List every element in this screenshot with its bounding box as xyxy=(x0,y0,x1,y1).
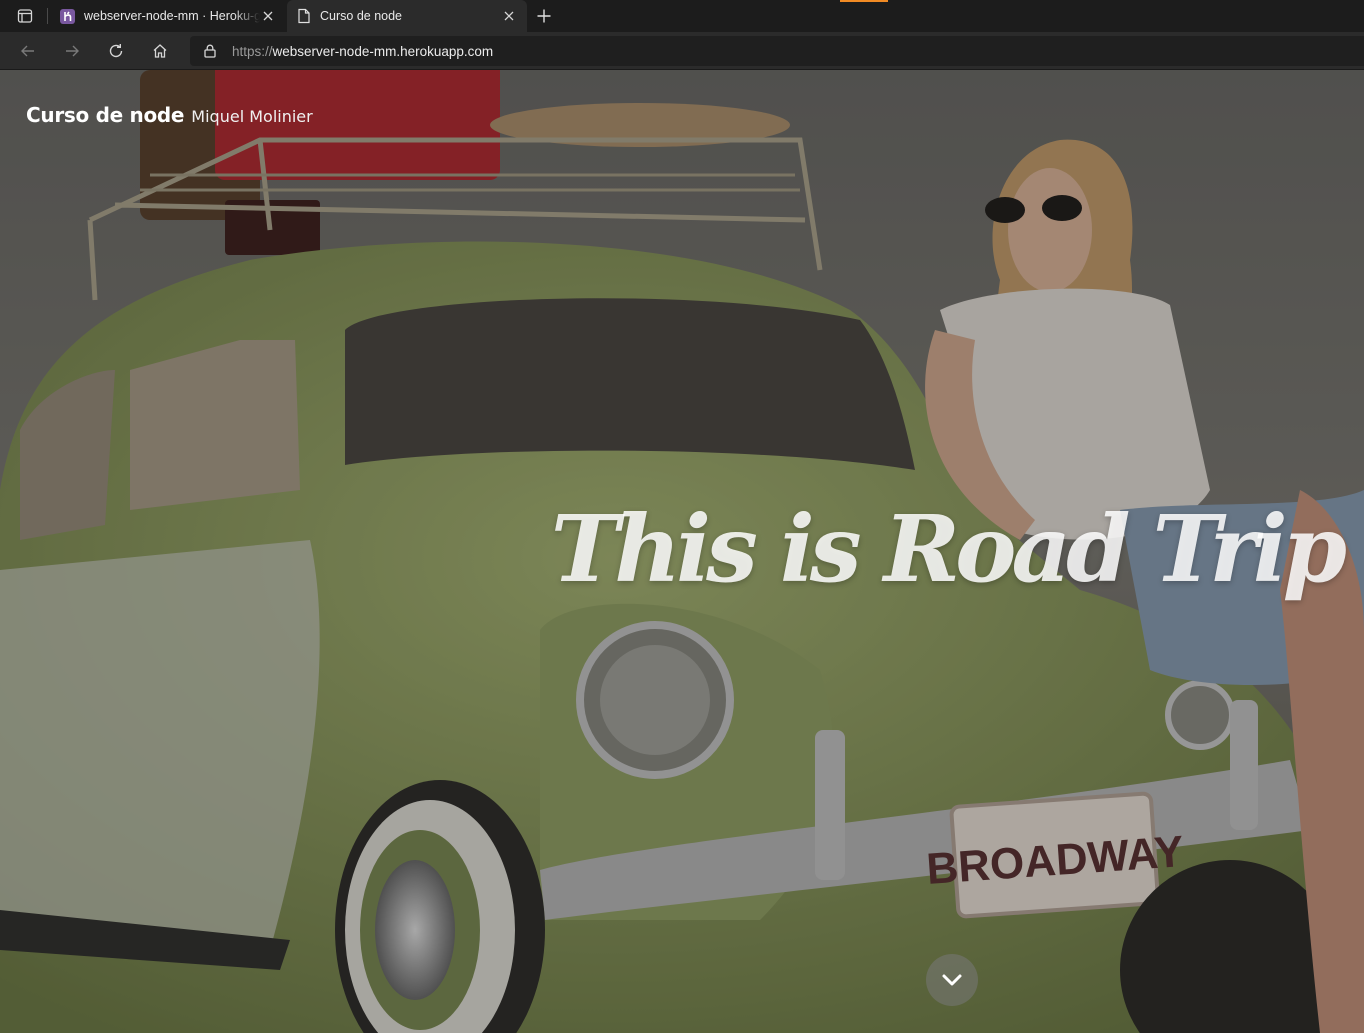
tab-divider xyxy=(47,8,48,24)
heroku-icon xyxy=(60,8,75,24)
arrow-left-icon xyxy=(21,45,34,57)
brand-title: Curso de node xyxy=(26,103,185,127)
close-tab-button[interactable] xyxy=(260,8,276,24)
tab-title: Curso de node xyxy=(320,9,403,23)
tab-title: webserver-node-mm · Heroku-git xyxy=(84,9,260,23)
page-icon xyxy=(298,8,310,24)
forward-button[interactable] xyxy=(58,37,86,65)
new-tab-button[interactable] xyxy=(533,5,555,27)
back-button[interactable] xyxy=(14,37,42,65)
address-bar[interactable]: https://webserver-node-mm.herokuapp.com xyxy=(190,36,1364,66)
brand-subtitle: Miquel Molinier xyxy=(191,107,313,126)
close-tab-button[interactable] xyxy=(501,8,517,24)
close-icon xyxy=(504,11,514,21)
page-viewport: BROADWAY Curso de node Miquel Molinier T… xyxy=(0,70,1364,1033)
refresh-button[interactable] xyxy=(102,37,130,65)
tab-bar: webserver-node-mm · Heroku-git Curso de … xyxy=(0,0,1364,32)
url-host: webserver-node-mm.herokuapp.com xyxy=(272,43,494,59)
browser-toolbar: https://webserver-node-mm.herokuapp.com xyxy=(0,32,1364,70)
hero-heading: This is Road Trip xyxy=(550,495,1347,603)
site-brand[interactable]: Curso de node Miquel Molinier xyxy=(26,103,313,127)
scroll-down-button[interactable] xyxy=(926,954,978,1006)
url-text[interactable]: https://webserver-node-mm.herokuapp.com xyxy=(232,44,493,59)
tab-actions-button[interactable] xyxy=(8,0,42,32)
refresh-icon xyxy=(109,44,123,58)
chevron-down-icon xyxy=(942,974,962,986)
home-icon xyxy=(153,44,167,58)
close-icon xyxy=(263,11,273,21)
arrow-right-icon xyxy=(66,45,79,57)
plus-icon xyxy=(537,9,551,23)
tab-curso-de-node[interactable]: Curso de node xyxy=(287,0,527,32)
url-scheme: https:// xyxy=(232,43,273,59)
loading-indicator xyxy=(840,0,888,2)
home-button[interactable] xyxy=(146,37,174,65)
lock-icon[interactable] xyxy=(202,43,218,59)
tab-heroku[interactable]: webserver-node-mm · Heroku-git xyxy=(50,0,286,32)
tab-actions-icon xyxy=(17,9,33,23)
